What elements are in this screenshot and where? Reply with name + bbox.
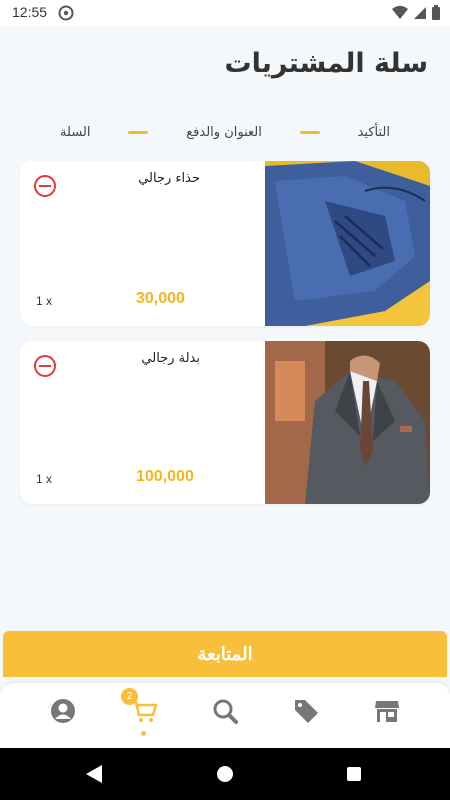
remove-item-button[interactable] <box>34 355 56 377</box>
step-divider <box>299 130 320 134</box>
tag-icon[interactable] <box>292 697 320 725</box>
signal-icon <box>414 6 426 19</box>
status-bar: 12:55 <box>0 0 450 26</box>
product-quantity: 1 x <box>36 472 53 486</box>
remove-item-button[interactable] <box>34 175 56 197</box>
step-address-payment: العنوان والدفع <box>186 124 262 140</box>
step-divider <box>128 130 149 134</box>
cart-item-card[interactable]: بدلة رجالي 100,000 1 x <box>20 341 430 504</box>
home-icon[interactable] <box>217 766 233 782</box>
continue-button[interactable]: المتابعة <box>3 631 447 677</box>
search-icon[interactable] <box>211 697 239 725</box>
step-cart: السلة <box>60 124 91 140</box>
page-title: سلة المشتريات <box>224 48 428 79</box>
product-quantity: 1 x <box>36 294 53 308</box>
product-name: حذاء رجالي <box>138 171 200 186</box>
product-price: 30,000 <box>136 290 185 307</box>
active-indicator <box>141 731 146 736</box>
store-icon[interactable] <box>373 697 401 725</box>
product-image-suit <box>265 341 430 504</box>
product-price: 100,000 <box>136 468 194 485</box>
back-icon[interactable] <box>86 765 102 783</box>
cart-count-badge: 2 <box>121 688 138 705</box>
notification-icon <box>58 5 74 21</box>
bottom-nav: 2 <box>0 683 450 748</box>
product-name: بدلة رجالي <box>141 351 200 366</box>
recent-apps-icon[interactable] <box>347 767 361 781</box>
wifi-icon <box>392 5 408 19</box>
product-image-shoe <box>265 161 430 326</box>
cart-item-card[interactable]: حذاء رجالي 30,000 1 x <box>20 161 430 326</box>
profile-icon[interactable] <box>49 697 77 725</box>
checkout-stepper: التأكيد العنوان والدفع السلة <box>60 122 390 142</box>
status-time: 12:55 <box>12 4 48 20</box>
system-nav-bar <box>0 748 450 800</box>
battery-icon <box>432 5 440 20</box>
step-confirmation: التأكيد <box>357 124 390 140</box>
